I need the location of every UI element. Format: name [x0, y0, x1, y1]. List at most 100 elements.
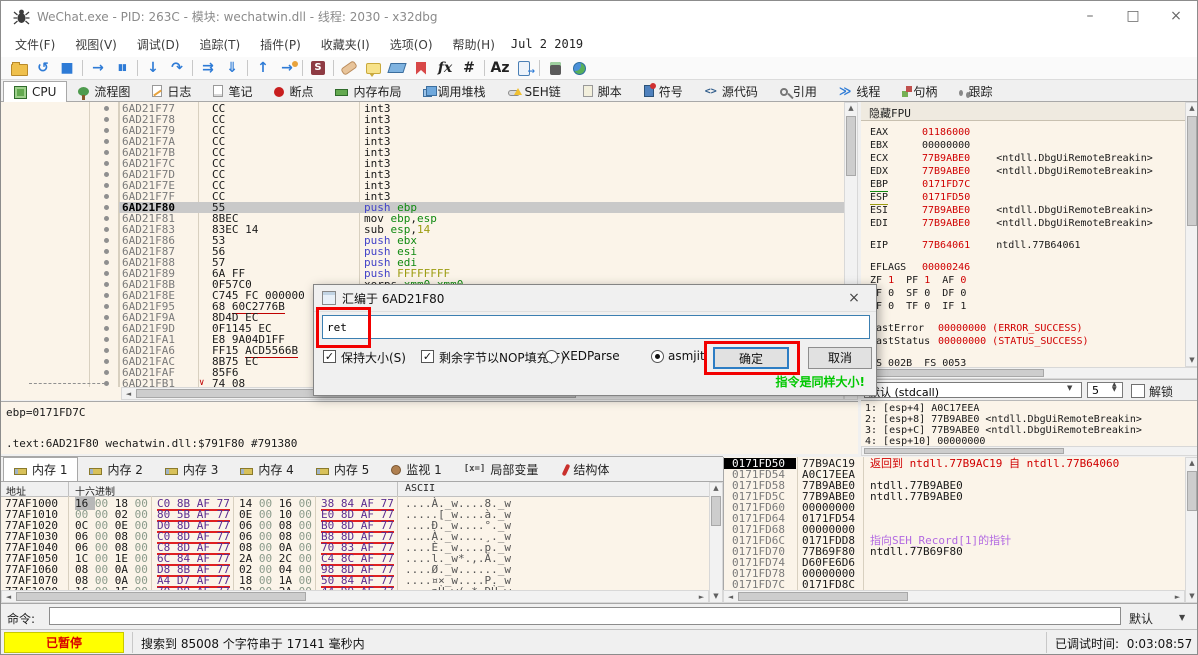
- functions-icon[interactable]: fx: [433, 58, 457, 78]
- pause-icon[interactable]: ▮▮: [110, 58, 134, 78]
- chevron-down-icon[interactable]: ▼: [1179, 613, 1185, 622]
- breakpoint-dot[interactable]: [104, 304, 109, 309]
- unlock-checkbox[interactable]: [1131, 384, 1145, 398]
- breakpoint-hash-icon[interactable]: #: [457, 58, 481, 78]
- dialog-close-icon[interactable]: ×: [840, 288, 868, 308]
- register-row[interactable]: OF 0 SF 0 DF 0: [870, 288, 1194, 300]
- breakpoint-dot[interactable]: [104, 370, 109, 375]
- breakpoint-dot[interactable]: [104, 150, 109, 155]
- breakpoint-dot[interactable]: [104, 326, 109, 331]
- restart-icon[interactable]: ↺: [31, 58, 55, 78]
- command-profile-select[interactable]: 默认: [1129, 610, 1153, 627]
- tab-句柄[interactable]: 句柄: [891, 80, 948, 101]
- breakpoint-dot[interactable]: [104, 216, 109, 221]
- patch-icon[interactable]: [337, 58, 361, 78]
- tab-源代码[interactable]: <>源代码: [694, 80, 769, 101]
- stack-row[interactable]: 0171FD640171FD54: [724, 513, 1186, 524]
- checkbox-keep-size[interactable]: ✓: [323, 350, 336, 363]
- register-row[interactable]: ZF 1 PF 1 AF 0: [870, 275, 1194, 287]
- breakpoint-dot[interactable]: [104, 139, 109, 144]
- stack-row[interactable]: 0171FD5C77B9ABE0ntdll.77B9ABE0: [724, 491, 1186, 502]
- tab-内存 1[interactable]: 内存 1: [3, 457, 78, 481]
- register-row[interactable]: GS 002B FS 0053: [870, 358, 1194, 367]
- stack-pane[interactable]: 0171FD5077B9AC19返回到 ntdll.77B9AC19 自 ntd…: [723, 457, 1186, 603]
- tab-SEH链[interactable]: SEH链: [497, 80, 572, 101]
- menu-item-插件P[interactable]: 插件(P): [250, 32, 311, 57]
- arguments-hscrollbar[interactable]: [861, 446, 1198, 456]
- tab-内存 5[interactable]: 内存 5: [305, 457, 380, 481]
- menu-item-选项O[interactable]: 选项(O): [380, 32, 443, 57]
- breakpoint-dot[interactable]: [104, 249, 109, 254]
- tab-流程图[interactable]: 流程图: [67, 80, 141, 101]
- step-over-icon[interactable]: ↷: [165, 58, 189, 78]
- argument-row[interactable]: 3: [esp+C] 77B9ABE0 <ntdll.DbgUiRemoteBr…: [865, 425, 1142, 436]
- tab-内存布局[interactable]: 内存布局: [324, 80, 412, 101]
- register-row[interactable]: EAX01186000: [870, 127, 1194, 139]
- register-row[interactable]: ECX77B9ABE0 <ntdll.DbgUiRemoteBreakin>: [870, 153, 1194, 165]
- registers-vscrollbar[interactable]: ▲▼: [1185, 102, 1198, 367]
- dump-vscrollbar[interactable]: ▲▼: [709, 482, 723, 603]
- register-row[interactable]: ESP0171FD50: [870, 192, 1194, 205]
- labels-icon[interactable]: [385, 58, 409, 78]
- breakpoint-dot[interactable]: [104, 106, 109, 111]
- stack-row[interactable]: 0171FD7077B69F80ntdll.77B69F80: [724, 546, 1186, 557]
- tab-内存 2[interactable]: 内存 2: [78, 457, 153, 481]
- dump-hscrollbar[interactable]: ◄►: [1, 590, 709, 603]
- ok-button[interactable]: 确定: [713, 347, 789, 369]
- calling-convention-select[interactable]: 默认 (stdcall): [864, 382, 1082, 398]
- step-out-icon[interactable]: ↑: [251, 58, 275, 78]
- breakpoint-dot[interactable]: [104, 337, 109, 342]
- stack-row[interactable]: 0171FD6000000000: [724, 502, 1186, 513]
- breakpoint-dot[interactable]: [104, 260, 109, 265]
- minimize-button[interactable]: –: [1073, 5, 1107, 27]
- breakpoint-dot[interactable]: [104, 172, 109, 177]
- tab-结构体[interactable]: 结构体: [549, 457, 620, 481]
- open-file-icon[interactable]: [7, 58, 31, 78]
- cancel-button[interactable]: 取消: [808, 347, 872, 369]
- stack-row[interactable]: 0171FD7800000000: [724, 568, 1186, 579]
- breakpoint-dot[interactable]: [104, 238, 109, 243]
- registers-hscrollbar[interactable]: [861, 367, 1198, 379]
- breakpoint-dot[interactable]: [104, 128, 109, 133]
- tab-监视 1[interactable]: 监视 1: [380, 457, 452, 481]
- run-icon[interactable]: →: [86, 58, 110, 78]
- assemble-instruction-input[interactable]: [322, 315, 870, 339]
- tab-内存 3[interactable]: 内存 3: [154, 457, 229, 481]
- breakpoint-dot[interactable]: [104, 315, 109, 320]
- menu-item-视图V[interactable]: 视图(V): [65, 32, 127, 57]
- argument-row[interactable]: 2: [esp+8] 77B9ABE0 <ntdll.DbgUiRemoteBr…: [865, 414, 1142, 425]
- modules-icon[interactable]: [512, 58, 536, 78]
- run-to-user-code-icon[interactable]: →: [275, 58, 299, 78]
- stack-row[interactable]: 0171FD7C0171FD8C: [724, 579, 1186, 590]
- breakpoint-dot[interactable]: [104, 161, 109, 166]
- stepper-arrows-icon[interactable]: ▲▼: [1112, 382, 1117, 392]
- scylla-icon[interactable]: S: [306, 58, 330, 78]
- execute-till-return-icon[interactable]: ⇓: [220, 58, 244, 78]
- breakpoint-dot[interactable]: [104, 194, 109, 199]
- register-row[interactable]: CF 0 TF 0 IF 1: [870, 301, 1194, 313]
- stack-row[interactable]: 0171FD74D60FE6D6: [724, 557, 1186, 568]
- tab-调用堆栈[interactable]: 调用堆栈: [412, 80, 496, 101]
- checkbox-nop-fill[interactable]: ✓: [421, 350, 434, 363]
- breakpoint-dot[interactable]: [104, 117, 109, 122]
- chevron-down-icon[interactable]: ▼: [1067, 384, 1072, 392]
- register-row[interactable]: EIP77B64061 ntdll.77B64061: [870, 240, 1194, 252]
- breakpoint-dot[interactable]: [104, 348, 109, 353]
- dialog-title-bar[interactable]: 汇编于 6AD21F80 ×: [314, 285, 876, 312]
- strings-icon[interactable]: Az: [488, 58, 512, 78]
- run-to-cursor-icon[interactable]: ⇉: [196, 58, 220, 78]
- command-input[interactable]: [49, 607, 1121, 625]
- arg-depth-stepper[interactable]: 5: [1087, 382, 1123, 398]
- tab-断点[interactable]: 断点: [263, 80, 324, 101]
- tab-线程[interactable]: ≫线程: [828, 80, 892, 101]
- calculator-icon[interactable]: [543, 58, 567, 78]
- step-into-icon[interactable]: ↓: [141, 58, 165, 78]
- stack-vscrollbar[interactable]: ▲▼: [1185, 457, 1198, 603]
- tab-跟踪[interactable]: 跟踪: [948, 80, 1003, 101]
- maximize-button[interactable]: □: [1116, 5, 1150, 27]
- breakpoint-dot[interactable]: [104, 271, 109, 276]
- register-row[interactable]: LastStatus00000000 (STATUS_SUCCESS): [870, 336, 1194, 348]
- hide-fpu-button[interactable]: 隐藏FPU: [861, 102, 1198, 121]
- register-row[interactable]: EBX00000000: [870, 140, 1194, 152]
- registers-pane[interactable]: 隐藏FPU EAX01186000EBX00000000ECX77B9ABE0 …: [861, 102, 1198, 367]
